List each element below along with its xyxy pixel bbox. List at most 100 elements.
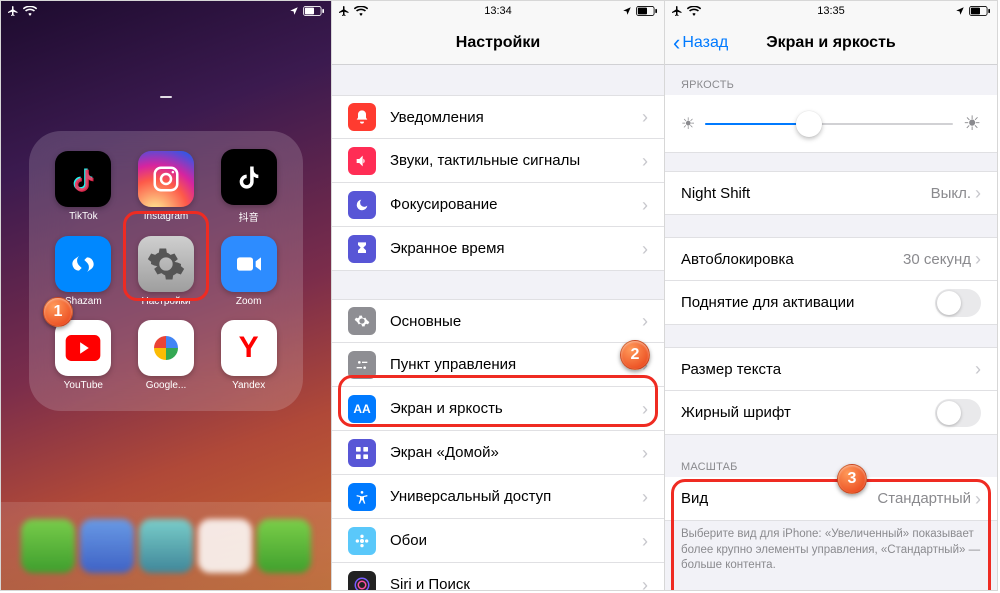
battery-icon xyxy=(303,6,325,16)
chevron-right-icon: › xyxy=(642,532,648,550)
status-time: 13:34 xyxy=(332,5,664,17)
step-badge-2: 2 xyxy=(620,340,650,370)
chevron-right-icon: › xyxy=(975,360,981,378)
cell-screentime[interactable]: Экранное время › xyxy=(332,227,664,271)
cell-accessibility[interactable]: Универсальный доступ › xyxy=(332,475,664,519)
cell-general[interactable]: Основные › xyxy=(332,299,664,343)
status-time: 13:35 xyxy=(665,5,997,17)
dock-app-icon[interactable] xyxy=(198,519,252,573)
chevron-right-icon: › xyxy=(975,184,981,202)
app-youtube[interactable]: YouTube xyxy=(47,319,120,394)
brightness-slider-cell: ☀ ☀ xyxy=(665,95,997,153)
sun-min-icon: ☀ xyxy=(681,114,695,134)
cell-label: Жирный шрифт xyxy=(681,404,935,421)
cell-label: Фокусирование xyxy=(390,196,642,213)
wifi-icon xyxy=(23,6,37,16)
app-zoom[interactable]: Zoom xyxy=(212,234,285,309)
cell-siri[interactable]: Siri и Поиск › xyxy=(332,563,664,590)
cell-home-screen[interactable]: Экран «Домой» › xyxy=(332,431,664,475)
app-folder[interactable]: TikTok Instagram 抖音 Shazam xyxy=(29,131,303,411)
cell-label: Автоблокировка xyxy=(681,251,903,268)
cell-text-size[interactable]: Размер текста › xyxy=(665,347,997,391)
cell-view[interactable]: Вид Стандартный › xyxy=(665,477,997,521)
dock-app-icon[interactable] xyxy=(21,519,75,573)
cell-value: Стандартный xyxy=(877,490,971,507)
cell-display-brightness[interactable]: AA Экран и яркость › xyxy=(332,387,664,431)
group-footer-zoom: Выберите вид для iPhone: «Увеличенный» п… xyxy=(665,521,997,574)
cell-label: Звуки, тактильные сигналы xyxy=(390,152,642,169)
app-google[interactable]: Google... xyxy=(130,319,203,394)
panel-home-screen: TikTok Instagram 抖音 Shazam xyxy=(0,0,332,591)
cell-focus[interactable]: Фокусирование › xyxy=(332,183,664,227)
nav-bar: Настройки xyxy=(332,21,664,65)
youtube-icon xyxy=(55,320,111,376)
flower-icon xyxy=(348,527,376,555)
settings-icon xyxy=(138,236,194,292)
chevron-right-icon: › xyxy=(642,196,648,214)
cell-label: Night Shift xyxy=(681,185,931,202)
cell-sounds[interactable]: Звуки, тактильные сигналы › xyxy=(332,139,664,183)
panel-display-brightness: 13:35 ‹ Назад Экран и яркость ЯРКОСТЬ ☀ … xyxy=(664,0,998,591)
cell-label: Размер текста xyxy=(681,361,975,378)
status-bar: 13:35 xyxy=(665,1,997,21)
text-size-icon: AA xyxy=(348,395,376,423)
chevron-right-icon: › xyxy=(642,576,648,591)
chevron-left-icon: ‹ xyxy=(673,32,680,54)
airplane-mode-icon xyxy=(7,5,19,17)
gear-icon xyxy=(348,307,376,335)
toggle-raise-to-wake[interactable] xyxy=(935,289,981,317)
cell-label: Экран и яркость xyxy=(390,400,642,417)
app-douyin[interactable]: 抖音 xyxy=(212,149,285,224)
cell-notifications[interactable]: Уведомления › xyxy=(332,95,664,139)
siri-icon xyxy=(348,571,376,591)
status-bar: 13:34 xyxy=(332,1,664,21)
app-instagram[interactable]: Instagram xyxy=(130,149,203,224)
cell-bold-text[interactable]: Жирный шрифт xyxy=(665,391,997,435)
nav-bar: ‹ Назад Экран и яркость xyxy=(665,21,997,65)
app-tiktok[interactable]: TikTok xyxy=(47,149,120,224)
cell-label: Поднятие для активации xyxy=(681,294,935,311)
grid-icon xyxy=(348,439,376,467)
dock-app-icon[interactable] xyxy=(257,519,311,573)
cell-label: Обои xyxy=(390,532,642,549)
app-label: Yandex xyxy=(232,380,265,391)
app-label: YouTube xyxy=(64,380,103,391)
cell-control-center[interactable]: Пункт управления › xyxy=(332,343,664,387)
step-badge-3: 3 xyxy=(837,464,867,494)
cell-wallpaper[interactable]: Обои › xyxy=(332,519,664,563)
speaker-icon xyxy=(348,147,376,175)
app-label: TikTok xyxy=(69,211,98,222)
dock-app-icon[interactable] xyxy=(139,519,193,573)
app-yandex[interactable]: Y Yandex xyxy=(212,319,285,394)
chevron-right-icon: › xyxy=(975,250,981,268)
app-label: 抖音 xyxy=(239,209,259,224)
cell-label: Универсальный доступ xyxy=(390,488,642,505)
chevron-right-icon: › xyxy=(642,444,648,462)
toggle-bold-text[interactable] xyxy=(935,399,981,427)
app-label: Настройки xyxy=(141,296,190,307)
group-header-zoom: МАСШТАБ xyxy=(665,457,997,477)
cell-auto-lock[interactable]: Автоблокировка 30 секунд › xyxy=(665,237,997,281)
back-button[interactable]: ‹ Назад xyxy=(673,32,728,54)
group-header-brightness: ЯРКОСТЬ xyxy=(665,75,997,95)
cell-raise-to-wake[interactable]: Поднятие для активации xyxy=(665,281,997,325)
status-bar xyxy=(1,1,331,21)
brightness-slider[interactable] xyxy=(705,123,953,125)
hourglass-icon xyxy=(348,235,376,263)
switches-icon xyxy=(348,351,376,379)
google-photos-icon xyxy=(138,320,194,376)
shazam-icon xyxy=(55,236,111,292)
slider-thumb[interactable] xyxy=(796,111,822,137)
cell-label: Пункт управления xyxy=(390,356,642,373)
cell-value: 30 секунд xyxy=(903,251,971,268)
chevron-right-icon: › xyxy=(642,400,648,418)
back-label: Назад xyxy=(682,34,728,52)
page-indicator-dash xyxy=(160,96,172,98)
cell-value: Выкл. xyxy=(931,185,971,202)
settings-list[interactable]: Уведомления › Звуки, тактильные сигналы … xyxy=(332,65,664,590)
cell-night-shift[interactable]: Night Shift Выкл. › xyxy=(665,171,997,215)
display-settings-list[interactable]: ЯРКОСТЬ ☀ ☀ Night Shift Выкл. › Автоблок… xyxy=(665,65,997,590)
dock-app-icon[interactable] xyxy=(80,519,134,573)
app-settings[interactable]: Настройки xyxy=(130,234,203,309)
nav-title: Экран и яркость xyxy=(766,34,896,52)
